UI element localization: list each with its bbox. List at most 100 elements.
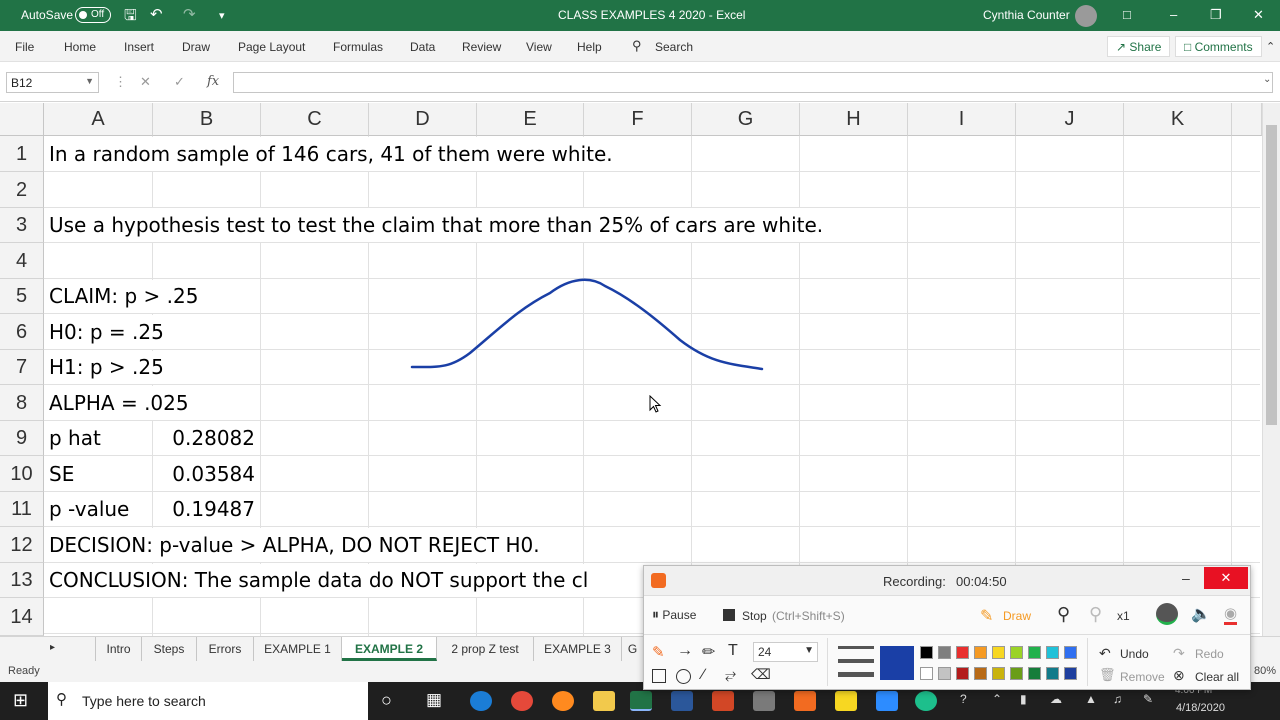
- edge-icon[interactable]: [470, 691, 492, 711]
- font-size-select[interactable]: 24 ▼: [753, 642, 818, 662]
- cell-b10[interactable]: 0.03584: [153, 457, 260, 491]
- cell-a7[interactable]: H1: p > .25: [44, 351, 164, 384]
- menu-draw[interactable]: Draw: [182, 40, 210, 54]
- color-swatch[interactable]: [938, 667, 951, 680]
- microphone-icon[interactable]: ◉: [1224, 604, 1238, 625]
- windows-start-icon[interactable]: ⊞: [13, 690, 28, 711]
- line-weight-thin[interactable]: [838, 646, 874, 649]
- select-all-corner[interactable]: [0, 103, 44, 136]
- pen-tool-icon[interactable]: ✎: [652, 643, 665, 661]
- color-swatch[interactable]: [992, 646, 1005, 659]
- zoom-app-icon[interactable]: [876, 691, 898, 711]
- wifi-icon[interactable]: ▲: [1085, 692, 1097, 706]
- name-box-dropdown-icon[interactable]: ▼: [85, 76, 94, 86]
- row-header-14[interactable]: 14: [0, 598, 44, 636]
- color-swatch[interactable]: [1010, 646, 1023, 659]
- row-header-12[interactable]: 12: [0, 527, 44, 563]
- ellipse-tool-icon[interactable]: [676, 669, 691, 684]
- formula-input[interactable]: [233, 72, 1273, 93]
- column-header-e[interactable]: E: [477, 103, 584, 136]
- menu-insert[interactable]: Insert: [124, 40, 154, 54]
- stop-icon[interactable]: [723, 609, 735, 621]
- firefox-icon[interactable]: [552, 691, 574, 711]
- move-tool-icon[interactable]: ⥂: [725, 666, 736, 683]
- undo-icon[interactable]: ↶: [150, 5, 163, 23]
- app-icon[interactable]: [915, 691, 937, 711]
- color-swatch[interactable]: [1064, 646, 1077, 659]
- cell-b11[interactable]: 0.19487: [153, 493, 260, 526]
- scroll-tabs-right-icon[interactable]: ▸: [50, 642, 55, 653]
- name-box[interactable]: B12 ▼: [6, 72, 99, 93]
- line-weight-medium[interactable]: [838, 659, 874, 663]
- insert-function-icon[interactable]: fx: [207, 74, 219, 89]
- recorder-minimize-icon[interactable]: –: [1182, 570, 1190, 586]
- pause-button[interactable]: ⏸ Pause: [652, 606, 696, 623]
- cell-a1[interactable]: In a random sample of 146 cars, 41 of th…: [44, 137, 613, 171]
- minimize-icon[interactable]: –: [1170, 7, 1177, 22]
- color-swatch[interactable]: [992, 667, 1005, 680]
- word-icon[interactable]: [671, 691, 693, 711]
- menu-view[interactable]: View: [526, 40, 552, 54]
- column-header-g[interactable]: G: [692, 103, 800, 136]
- vertical-scrollbar[interactable]: [1262, 103, 1280, 636]
- comments-button[interactable]: □ Comments: [1175, 36, 1262, 57]
- line-tool-icon[interactable]: ∕: [702, 666, 705, 683]
- volume-icon[interactable]: ♫: [1113, 692, 1122, 706]
- row-header-8[interactable]: 8: [0, 385, 44, 421]
- menu-help[interactable]: Help: [577, 40, 602, 54]
- color-swatch[interactable]: [1064, 667, 1077, 680]
- tab-example-3[interactable]: EXAMPLE 3: [534, 637, 622, 661]
- column-header-h[interactable]: H: [800, 103, 908, 136]
- customize-qat-icon[interactable]: ▾: [219, 9, 225, 22]
- undo-label[interactable]: Undo: [1120, 647, 1149, 661]
- taskbar-search-box[interactable]: ⚲ Type here to search: [48, 682, 368, 720]
- enter-icon[interactable]: ✓: [174, 74, 185, 90]
- maximize-icon[interactable]: ❐: [1210, 7, 1222, 23]
- tab-errors[interactable]: Errors: [197, 637, 254, 661]
- color-swatch[interactable]: [974, 646, 987, 659]
- chrome-icon[interactable]: [511, 691, 533, 711]
- color-swatch[interactable]: [920, 667, 933, 680]
- menu-home[interactable]: Home: [64, 40, 96, 54]
- row-header-10[interactable]: 10: [0, 456, 44, 492]
- cell-a13[interactable]: CONCLUSION: The sample data do NOT suppo…: [44, 564, 589, 597]
- color-swatch[interactable]: [920, 646, 933, 659]
- cell-a12[interactable]: DECISION: p-value > ALPHA, DO NOT REJECT…: [44, 528, 540, 562]
- search-icon[interactable]: ⚲: [632, 38, 642, 54]
- redo-arrow-icon[interactable]: ↷: [1173, 645, 1185, 662]
- excel-icon[interactable]: [630, 691, 652, 711]
- menu-data[interactable]: Data: [410, 40, 435, 54]
- row-header-1[interactable]: 1: [0, 136, 44, 172]
- pen-icon[interactable]: ✎: [1143, 692, 1153, 706]
- tab-steps[interactable]: Steps: [142, 637, 197, 661]
- line-weight-thick[interactable]: [838, 672, 874, 677]
- column-header-b[interactable]: B: [153, 103, 261, 136]
- cell-a3[interactable]: Use a hypothesis test to test the claim …: [44, 208, 824, 242]
- row-header-6[interactable]: 6: [0, 314, 44, 350]
- column-header-c[interactable]: C: [261, 103, 369, 136]
- zoom-in-icon[interactable]: ⚲: [1057, 604, 1070, 625]
- row-header-4[interactable]: 4: [0, 243, 44, 279]
- row-header-7[interactable]: 7: [0, 350, 44, 385]
- arrow-tool-icon[interactable]: →: [677, 642, 693, 660]
- speaker-icon[interactable]: 🔈: [1191, 604, 1211, 624]
- autosave-toggle[interactable]: Off: [75, 7, 111, 23]
- taskbar-date[interactable]: 4/18/2020: [1176, 702, 1225, 714]
- color-swatch[interactable]: [1046, 667, 1059, 680]
- color-swatch[interactable]: [974, 667, 987, 680]
- cell-a8[interactable]: ALPHA = .025: [44, 386, 189, 420]
- redo-label[interactable]: Redo: [1195, 647, 1224, 661]
- cancel-icon[interactable]: ✕: [140, 74, 151, 90]
- app-icon[interactable]: [753, 691, 775, 711]
- column-header-i[interactable]: I: [908, 103, 1016, 136]
- eraser-tool-icon[interactable]: ⌫: [751, 666, 771, 683]
- app-icon[interactable]: [835, 691, 857, 711]
- file-explorer-icon[interactable]: [593, 691, 615, 711]
- text-tool-icon[interactable]: T: [728, 642, 738, 660]
- cortana-icon[interactable]: ○: [381, 690, 392, 711]
- undo-arrow-icon[interactable]: ↶: [1099, 645, 1111, 662]
- column-header-k[interactable]: K: [1124, 103, 1232, 136]
- cell-a10[interactable]: SE: [44, 457, 152, 491]
- remove-label[interactable]: Remove: [1120, 670, 1165, 684]
- onedrive-icon[interactable]: ☁: [1050, 692, 1062, 706]
